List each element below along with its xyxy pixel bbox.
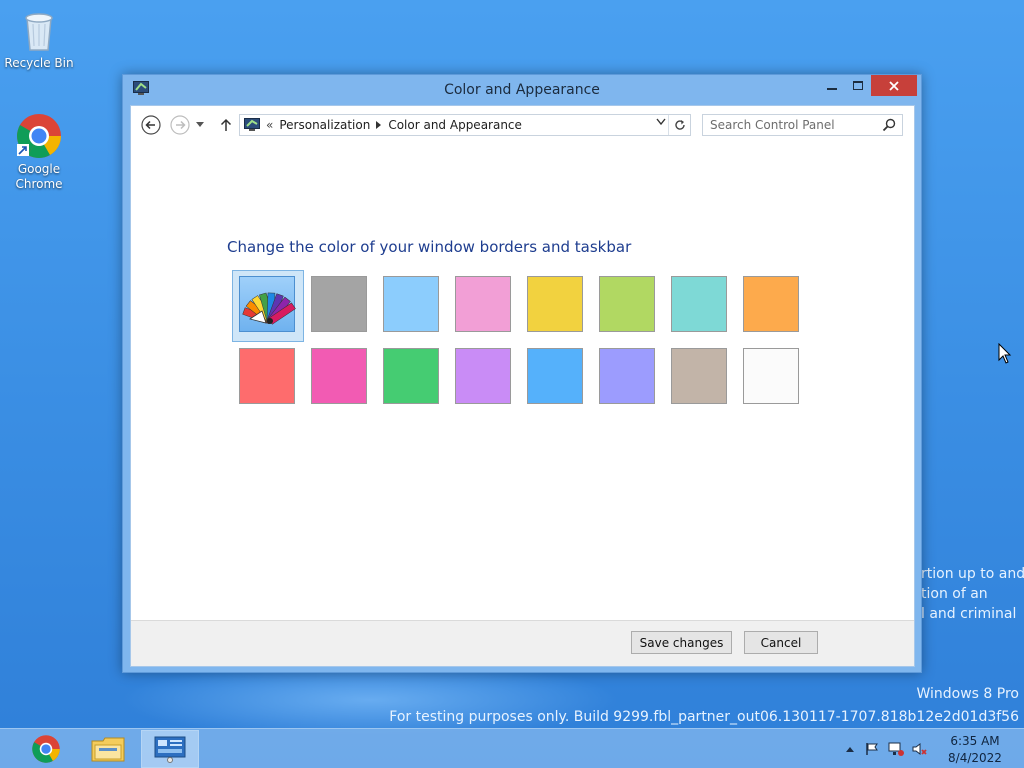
chrome-icon bbox=[17, 114, 61, 158]
windows-edition-watermark: Windows 8 Pro bbox=[916, 686, 1019, 702]
show-hidden-icons-chevron-up-icon[interactable] bbox=[845, 745, 855, 753]
control-panel-location-icon bbox=[244, 118, 260, 131]
folder-icon bbox=[91, 737, 125, 762]
color-swatch[interactable] bbox=[455, 276, 511, 332]
notification-area bbox=[845, 729, 928, 768]
window-title: Color and Appearance bbox=[444, 82, 600, 98]
maximize-icon bbox=[853, 80, 863, 90]
background-text-line1: rtion up to and bbox=[921, 566, 1024, 582]
back-button[interactable] bbox=[141, 115, 161, 135]
dialog-footer: Save changes Cancel bbox=[131, 620, 914, 666]
page-heading: Change the color of your window borders … bbox=[227, 238, 632, 256]
color-swatch[interactable] bbox=[671, 276, 727, 332]
color-swatch[interactable] bbox=[239, 348, 295, 404]
network-icon[interactable] bbox=[888, 742, 904, 756]
color-swatch[interactable] bbox=[743, 348, 799, 404]
action-center-flag-icon[interactable] bbox=[865, 742, 879, 756]
save-changes-button[interactable]: Save changes bbox=[631, 631, 732, 654]
taskbar-clock[interactable]: 6:35 AM 8/4/2022 bbox=[930, 733, 1020, 767]
close-button[interactable] bbox=[871, 75, 917, 96]
breadcrumb-color-and-appearance[interactable]: Color and Appearance bbox=[388, 118, 522, 132]
color-swatch[interactable] bbox=[671, 348, 727, 404]
breadcrumb-separator-icon[interactable] bbox=[376, 121, 382, 129]
build-watermark: For testing purposes only. Build 9299.fb… bbox=[389, 709, 1019, 725]
up-button[interactable] bbox=[216, 115, 236, 135]
recycle-bin-icon bbox=[25, 13, 53, 51]
color-swatch[interactable] bbox=[527, 276, 583, 332]
recycle-bin-shortcut[interactable]: Recycle Bin bbox=[1, 6, 77, 71]
taskbar: 6:35 AM 8/4/2022 bbox=[0, 728, 1024, 768]
color-swatch[interactable] bbox=[599, 348, 655, 404]
search-icon[interactable] bbox=[882, 118, 896, 132]
color-swatch[interactable] bbox=[383, 348, 439, 404]
control-panel-icon bbox=[154, 736, 186, 763]
cancel-button[interactable]: Cancel bbox=[744, 631, 818, 654]
color-swatch-automatic[interactable] bbox=[239, 276, 296, 332]
volume-muted-icon[interactable] bbox=[912, 742, 928, 756]
background-text-line3: l and criminal bbox=[921, 606, 1017, 622]
recycle-bin-label: Recycle Bin bbox=[4, 56, 74, 70]
close-icon bbox=[889, 80, 899, 91]
chevron-down-icon bbox=[196, 122, 204, 127]
chevron-down-icon bbox=[656, 118, 666, 126]
navigation-bar: « Personalization Color and Appearance bbox=[131, 106, 914, 144]
minimize-button[interactable] bbox=[819, 75, 845, 96]
chrome-label-line2: Chrome bbox=[15, 177, 63, 191]
chrome-label-line1: Google bbox=[17, 162, 61, 176]
background-text-line2: tion of an bbox=[921, 586, 988, 602]
taskbar-control-panel-button[interactable] bbox=[141, 730, 199, 768]
minimize-icon bbox=[827, 87, 837, 90]
chrome-icon bbox=[32, 735, 60, 763]
color-swatch[interactable] bbox=[311, 276, 367, 332]
clock-time: 6:35 AM bbox=[950, 734, 1000, 748]
google-chrome-shortcut[interactable]: Google Chrome bbox=[1, 112, 77, 192]
address-overflow-indicator[interactable]: « bbox=[266, 118, 273, 132]
address-bar[interactable]: « Personalization Color and Appearance bbox=[239, 114, 691, 136]
taskbar-file-explorer-button[interactable] bbox=[79, 730, 137, 768]
breadcrumb-personalization[interactable]: Personalization bbox=[279, 118, 370, 132]
forward-arrow-icon bbox=[170, 115, 190, 135]
recent-locations-button[interactable] bbox=[194, 115, 206, 135]
mouse-cursor-icon bbox=[998, 343, 1012, 364]
color-palette-fan-icon bbox=[242, 292, 296, 325]
refresh-button[interactable] bbox=[668, 115, 690, 135]
color-swatch[interactable] bbox=[455, 348, 511, 404]
color-swatch[interactable] bbox=[383, 276, 439, 332]
color-swatch[interactable] bbox=[743, 276, 799, 332]
address-dropdown-button[interactable] bbox=[656, 118, 666, 129]
search-input[interactable] bbox=[703, 115, 873, 135]
color-swatch[interactable] bbox=[599, 276, 655, 332]
up-arrow-icon bbox=[220, 118, 232, 131]
back-arrow-icon bbox=[141, 115, 161, 135]
color-swatch[interactable] bbox=[311, 348, 367, 404]
maximize-button[interactable] bbox=[845, 75, 871, 96]
refresh-icon bbox=[674, 120, 685, 130]
search-box[interactable] bbox=[702, 114, 903, 136]
title-bar[interactable]: Color and Appearance bbox=[123, 75, 921, 105]
forward-button[interactable] bbox=[170, 115, 190, 135]
taskbar-chrome-button[interactable] bbox=[17, 730, 75, 768]
clock-date: 8/4/2022 bbox=[948, 751, 1002, 765]
window-client-area: « Personalization Color and Appearance S… bbox=[130, 105, 915, 667]
color-and-appearance-window: Color and Appearance « Personalization C… bbox=[122, 74, 922, 673]
color-swatch[interactable] bbox=[527, 348, 583, 404]
